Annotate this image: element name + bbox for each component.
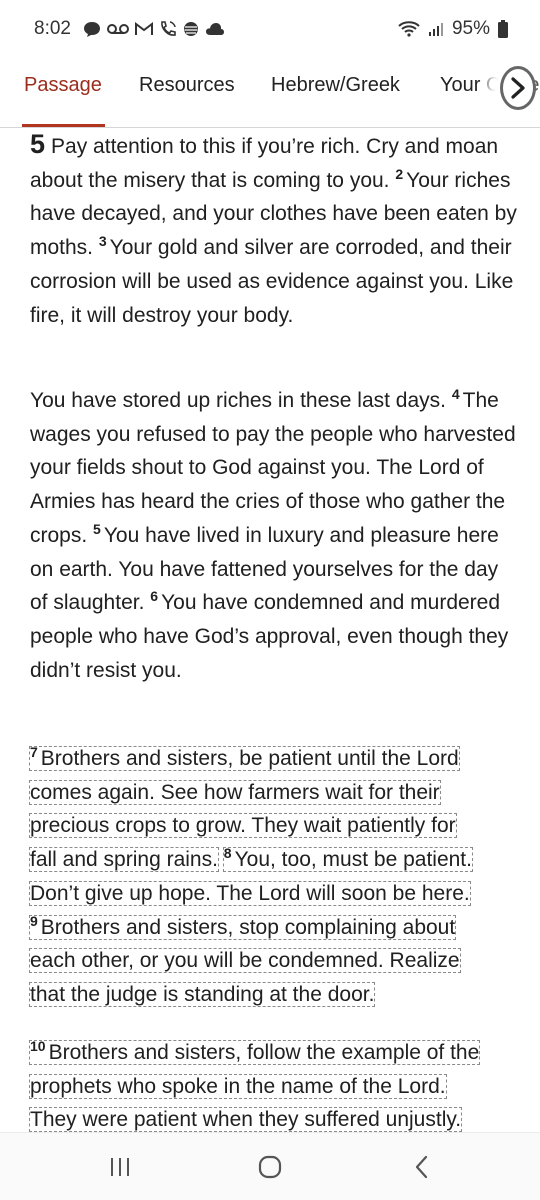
paragraph-4-highlighted: 10 Brothers and sisters, follow the examp… xyxy=(28,1036,535,1132)
active-tab-indicator xyxy=(22,124,105,127)
wifi-icon xyxy=(398,21,420,37)
highlight-line[interactable]: fall and spring rains. xyxy=(29,847,219,873)
status-right: 95% xyxy=(398,18,508,40)
cloud-icon xyxy=(205,23,224,35)
verse-number-5: 5 xyxy=(93,520,101,537)
scroll-tabs-right-button[interactable] xyxy=(500,66,536,110)
signal-icon xyxy=(428,23,443,36)
status-time: 8:02 xyxy=(34,18,71,39)
battery-percent: 95% xyxy=(451,18,490,39)
highlight-line[interactable]: each other, or you will be condemned. Re… xyxy=(29,948,461,974)
highlight-line[interactable]: that the judge is standing at the door. xyxy=(28,981,376,1007)
verse-number-3: 3 xyxy=(98,233,107,250)
chat-bubble-icon xyxy=(83,22,100,37)
back-button[interactable] xyxy=(392,1147,452,1187)
paragraph-1: 5 Pay attention to this if you’re rich. C… xyxy=(30,128,520,332)
highlight-line[interactable]: 9 Brothers and sisters, stop complaining … xyxy=(28,912,457,940)
verse-number-6: 6 xyxy=(150,588,159,605)
verse-10-line-1: Brothers and sisters, follow the example… xyxy=(48,1041,480,1064)
verse-9-line-1: Brothers and sisters, stop complaining a… xyxy=(40,915,456,939)
passage-content[interactable]: 5 Pay attention to this if you’re rich. C… xyxy=(0,128,540,1132)
tab-passage[interactable]: Passage xyxy=(24,74,102,107)
chapter-number: 5 xyxy=(30,129,46,159)
tab-hebrew-greek[interactable]: Hebrew/Greek xyxy=(271,74,400,107)
wifi-calling-icon xyxy=(161,21,176,36)
home-button[interactable] xyxy=(240,1147,300,1187)
status-bar: 8:02 95% xyxy=(0,0,540,58)
verse-3b-text: You have stored up riches in these last … xyxy=(30,389,446,412)
verse-number-9: 9 xyxy=(30,912,38,929)
paragraph-2: You have stored up riches in these last … xyxy=(30,384,520,687)
verse-number-4: 4 xyxy=(451,386,460,402)
recent-apps-button[interactable] xyxy=(90,1147,150,1187)
att-icon xyxy=(183,22,198,36)
voicemail-icon xyxy=(106,24,129,34)
back-icon xyxy=(415,1155,428,1179)
highlight-line[interactable]: 8 You, too, must be patient. xyxy=(222,845,473,873)
highlight-line[interactable]: 7 Brothers and sisters, be patient until … xyxy=(29,744,460,771)
verse-number-10: 10 xyxy=(30,1038,46,1054)
verse-3-text: Your gold and silver are corroded, and t… xyxy=(30,236,514,327)
highlight-line[interactable]: 10 Brothers and sisters, follow the examp… xyxy=(28,1038,481,1065)
highlight-line[interactable]: They were patient when they suffered unj… xyxy=(28,1107,463,1132)
verse-number-8: 8 xyxy=(223,845,232,862)
battery-icon xyxy=(498,20,508,38)
verse-number-7: 7 xyxy=(30,744,38,760)
verse-8-line-1: You, too, must be patient. xyxy=(234,848,472,872)
chevron-right-icon xyxy=(511,77,525,99)
recent-apps-icon xyxy=(111,1158,129,1176)
highlight-line[interactable]: prophets who spoke in the name of the Lo… xyxy=(29,1073,447,1099)
paragraph-3-highlighted: 7 Brothers and sisters, be patient until … xyxy=(28,742,530,1012)
verse-7-line-1: Brothers and sisters, be patient until t… xyxy=(40,747,459,770)
verse-number-2: 2 xyxy=(395,165,404,182)
highlight-line[interactable]: comes again. See how farmers wait for th… xyxy=(29,779,441,805)
notification-icons xyxy=(83,20,225,38)
tab-bar: Passage Resources Hebrew/Greek Your Cont… xyxy=(0,58,540,128)
system-navigation-bar xyxy=(0,1132,540,1200)
tab-resources[interactable]: Resources xyxy=(139,74,235,107)
gmail-icon xyxy=(134,22,153,35)
highlight-line[interactable]: Don’t give up hope. The Lord will soon b… xyxy=(29,880,471,906)
home-icon xyxy=(258,1155,282,1179)
highlight-line[interactable]: precious crops to grow. They wait patien… xyxy=(29,813,457,839)
